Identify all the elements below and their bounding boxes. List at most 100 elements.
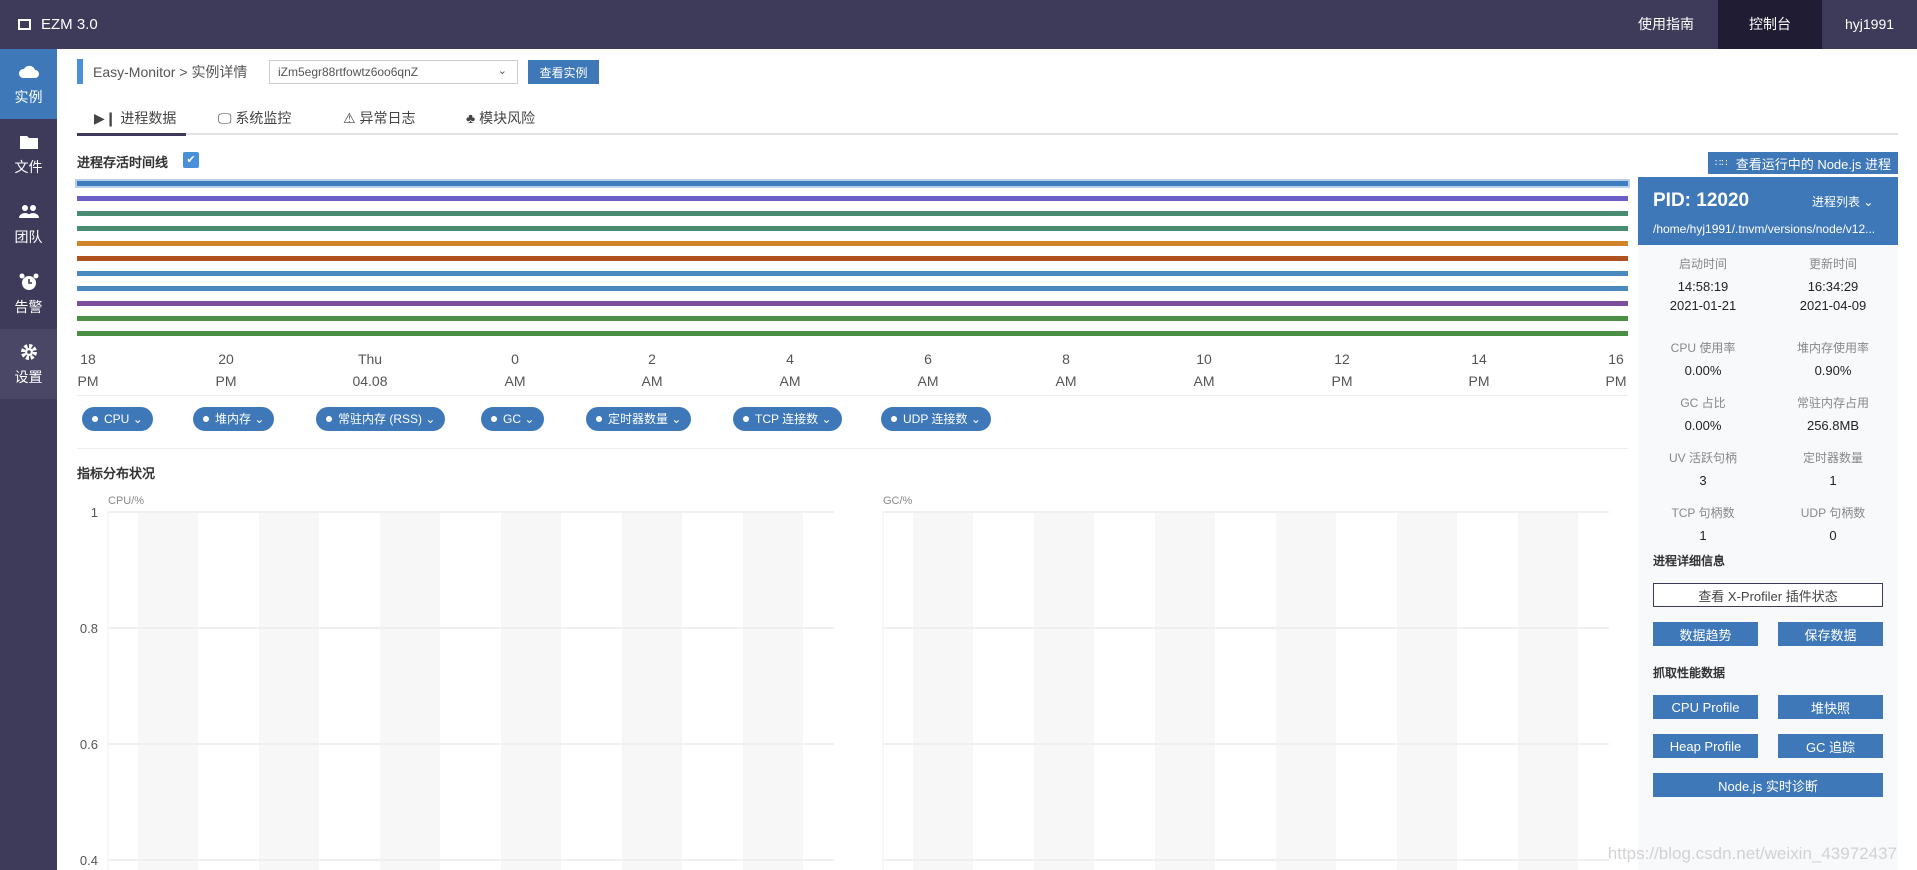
process-lifeline[interactable] xyxy=(77,241,1628,246)
team-icon xyxy=(18,205,39,218)
tab-label: 模块风险 xyxy=(479,110,536,126)
process-lifeline[interactable] xyxy=(77,331,1628,336)
data-trend-button[interactable]: 数据趋势 xyxy=(1653,622,1758,646)
y-tick-label: 1 xyxy=(91,505,98,520)
metric-chip[interactable]: 定时器数量 ⌄ xyxy=(586,407,692,431)
nav-user[interactable]: hyj1991 xyxy=(1822,0,1917,49)
chip-label: 定时器数量 xyxy=(608,412,669,426)
tab-system-monitor[interactable]: 🖵︎ 系统监控 xyxy=(218,108,291,135)
stat-value: 256.8MB xyxy=(1806,418,1860,433)
chip-label: 常驻内存 (RSS) xyxy=(338,412,423,426)
stat-item: 堆内存使用率 0.90% xyxy=(1768,339,1898,380)
sidebar-item-settings[interactable]: 设置 xyxy=(0,329,57,399)
heap-profile-button[interactable]: Heap Profile xyxy=(1653,734,1758,758)
folder-icon xyxy=(19,136,38,149)
view-instance-button[interactable]: 查看实例 xyxy=(528,60,599,84)
tab-error-log[interactable]: ⚠︎ 异常日志 xyxy=(343,108,415,135)
stat-label: TCP 句柄数 xyxy=(1671,506,1735,520)
nav-console[interactable]: 控制台 xyxy=(1718,0,1822,49)
instance-select[interactable]: iZm5egr88rtfowtz6oo6qnZ ⌄ xyxy=(269,60,518,84)
dot-icon xyxy=(743,416,749,422)
chip-label: 堆内存 xyxy=(215,412,252,426)
sidebar-item-label: 团队 xyxy=(14,229,43,245)
y-tick-label: 0.6 xyxy=(80,737,98,752)
chart-band xyxy=(1034,512,1094,870)
timeline-x-label: 8 AM xyxy=(1055,351,1077,389)
play-icon: ▶❙ xyxy=(94,110,117,126)
monitor-icon: 🖵︎ xyxy=(218,110,232,126)
timeline-x-label: 20 PM xyxy=(215,351,237,389)
check-icon: ✔ xyxy=(186,154,196,166)
metric-chip[interactable]: UDP 连接数 ⌄ xyxy=(881,407,991,431)
sidebar-item-instances[interactable]: 实例 xyxy=(0,49,57,119)
save-data-button[interactable]: 保存数据 xyxy=(1778,622,1883,646)
process-list-dropdown[interactable]: 进程列表 ⌄ xyxy=(1812,193,1873,210)
stat-label: CPU 使用率 xyxy=(1670,341,1736,355)
chart-band xyxy=(1518,512,1578,870)
pid: PID: 12020 xyxy=(1653,190,1750,211)
dot-icon xyxy=(596,416,602,422)
nav-guide[interactable]: 使用指南 xyxy=(1614,0,1718,49)
chart-band xyxy=(1155,512,1215,870)
chart-band xyxy=(380,512,440,870)
button-label: 查看运行中的 Node.js 进程 xyxy=(1735,156,1892,172)
process-lifeline[interactable] xyxy=(77,271,1628,276)
xprofiler-status-button[interactable]: 查看 X-Profiler 插件状态 xyxy=(1653,583,1883,607)
gear-icon xyxy=(20,344,37,360)
dot-icon xyxy=(92,416,98,422)
process-lifeline[interactable] xyxy=(77,211,1628,216)
divider xyxy=(77,395,1628,396)
breadcrumb-root[interactable]: Easy-Monitor xyxy=(93,64,175,80)
chart-band xyxy=(913,512,973,870)
grid-icon: ∷∷ xyxy=(1714,157,1728,169)
chevron-down-icon: ⌄ xyxy=(497,65,507,77)
process-lifeline[interactable] xyxy=(77,181,1628,186)
chart-band xyxy=(622,512,682,870)
dot-icon xyxy=(891,416,897,422)
process-lifeline[interactable] xyxy=(77,196,1628,201)
chevron-down-icon: ⌄ xyxy=(671,412,682,426)
metric-chip[interactable]: GC ⌄ xyxy=(481,407,545,431)
timeline-label: 进程存活时间线 xyxy=(77,155,169,170)
stat-label: 启动时间 xyxy=(1678,257,1727,271)
process-lifeline[interactable] xyxy=(77,226,1628,231)
timeline-x-label: 14 PM xyxy=(1468,351,1490,389)
metric-chip[interactable]: CPU ⌄ xyxy=(82,407,153,431)
chevron-down-icon: ⌄ xyxy=(970,412,981,426)
process-lifeline[interactable] xyxy=(77,286,1628,291)
timeline-x-label: 18 PM xyxy=(77,351,99,389)
timeline-x-label: 4 AM xyxy=(779,351,801,389)
brand[interactable]: EZM 3.0 xyxy=(18,0,98,49)
process-lifeline[interactable] xyxy=(77,256,1628,261)
dot-icon xyxy=(491,416,497,422)
capture-title: 抓取性能数据 xyxy=(1653,666,1726,680)
tab-process-data[interactable]: ▶❙ 进程数据 xyxy=(77,108,186,136)
stat-item: 启动时间 14:58:19 2021-01-21 xyxy=(1638,255,1768,315)
y-tick-label: 0.8 xyxy=(80,621,98,636)
chip-label: UDP 连接数 xyxy=(903,412,968,426)
detail-title: 进程详细信息 xyxy=(1653,554,1726,568)
metric-chip[interactable]: TCP 连接数 ⌄ xyxy=(733,407,842,431)
timeline-checkbox[interactable]: ✔ xyxy=(183,152,199,168)
stat-item: UV 活跃句柄 3 xyxy=(1638,449,1768,490)
sidebar-item-label: 设置 xyxy=(14,369,43,385)
chevron-down-icon: ⌄ xyxy=(132,412,143,426)
cpu-profile-button[interactable]: CPU Profile xyxy=(1653,695,1758,719)
heap-snapshot-button[interactable]: 堆快照 xyxy=(1778,695,1883,719)
sidebar-item-team[interactable]: 团队 xyxy=(0,189,57,259)
chart-band xyxy=(259,512,319,870)
tab-module-risk[interactable]: ♣︎ 模块风险 xyxy=(466,108,535,135)
dropdown-label: 进程列表 xyxy=(1812,195,1861,209)
pid-header: PID: 12020 进程列表 ⌄ /home/hyj1991/.tnvm/ve… xyxy=(1638,177,1898,245)
sidebar-item-alarm[interactable]: 告警 xyxy=(0,259,57,329)
breadcrumb-current: 实例详情 xyxy=(191,64,248,80)
metric-chip[interactable]: 常驻内存 (RSS) ⌄ xyxy=(316,407,446,431)
stat-label: GC 占比 xyxy=(1680,396,1726,410)
gc-trace-button[interactable]: GC 追踪 xyxy=(1778,734,1883,758)
sidebar-item-files[interactable]: 文件 xyxy=(0,119,57,189)
realtime-diagnosis-button[interactable]: Node.js 实时诊断 xyxy=(1653,773,1883,797)
metric-chip[interactable]: 堆内存 ⌄ xyxy=(193,407,275,431)
process-lifeline[interactable] xyxy=(77,301,1628,306)
process-lifeline[interactable] xyxy=(77,316,1628,321)
view-running-processes-button[interactable]: ∷∷ 查看运行中的 Node.js 进程 xyxy=(1708,152,1898,174)
